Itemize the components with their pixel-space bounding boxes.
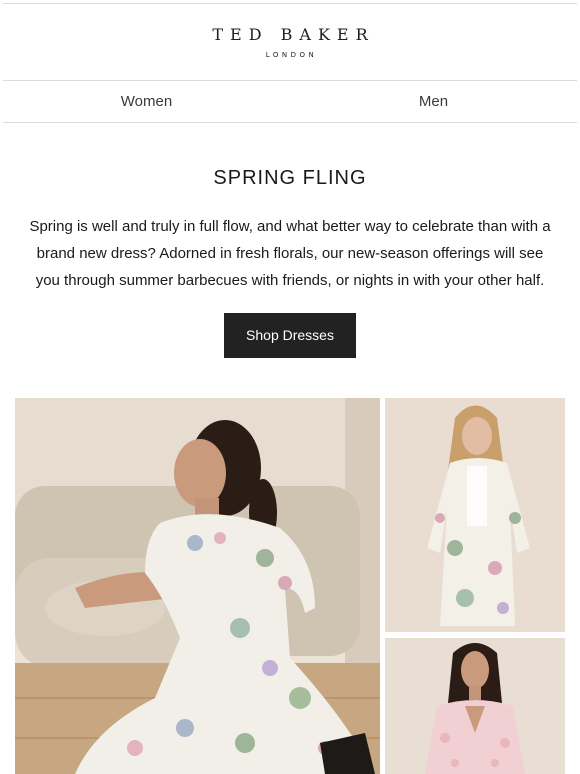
- shop-dresses-button[interactable]: Shop Dresses: [224, 313, 356, 358]
- standing-model-illustration: [385, 398, 565, 632]
- brand-subtitle: LONDON: [265, 51, 318, 59]
- hero-body-text: Spring is well and truly in full flow, a…: [29, 218, 551, 289]
- product-image-seated-model[interactable]: [15, 398, 380, 774]
- product-image-pink-lace-dress[interactable]: [385, 638, 565, 774]
- email-page: TED BAKER LONDON Women Men SPRING FLING …: [0, 0, 580, 774]
- hero-headline: SPRING FLING: [213, 167, 367, 189]
- nav-item-women[interactable]: Women: [3, 81, 290, 122]
- header: TED BAKER LONDON: [3, 3, 577, 81]
- seated-model-illustration: [15, 398, 380, 774]
- category-nav: Women Men: [3, 81, 577, 123]
- brand-name: TED BAKER: [212, 25, 375, 44]
- brand-logo[interactable]: TED BAKER LONDON: [205, 25, 375, 60]
- nav-item-men[interactable]: Men: [290, 81, 577, 122]
- pink-dress-model-illustration: [385, 638, 565, 774]
- product-image-standing-model[interactable]: [385, 398, 565, 632]
